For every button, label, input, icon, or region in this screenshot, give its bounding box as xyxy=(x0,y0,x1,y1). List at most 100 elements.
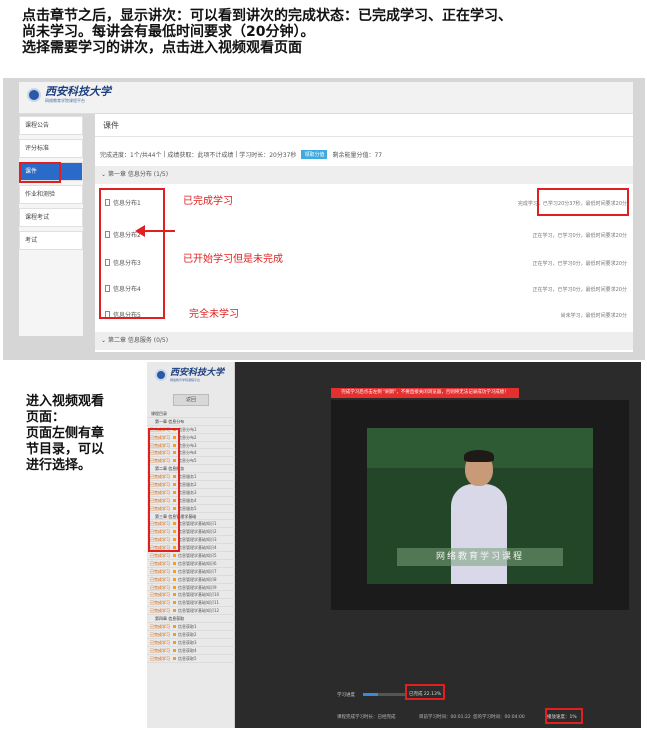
top-instructions: 点击章节之后，显示讲次：可以看到讲次的完成状态：已完成学习、正在学习、 尚未学习… xyxy=(22,8,637,56)
lesson-title: 信息获取4 xyxy=(178,647,197,653)
play-icon xyxy=(173,656,176,660)
lesson-title: 信息分布4 xyxy=(178,450,197,456)
directory-lesson[interactable]: 已完成学习 信息管理学基础知识7 xyxy=(147,568,235,576)
annotation-started: 已开始学习但是未完成 xyxy=(183,254,283,265)
logo-subtext: 网络教育学院课程平台 xyxy=(45,98,85,103)
video-player-screenshot: 西安科技大学 网络教育学院课程平台 返回 课程目录 第一章 信息分布 已完成学习 信息… xyxy=(147,362,641,728)
lesson-title: 信息分布3 xyxy=(178,442,197,448)
play-icon xyxy=(173,585,176,589)
directory-label: 第一章 信息分布 xyxy=(155,418,185,424)
chapter-title: 第二章 信息服务 (0/5) xyxy=(107,337,169,344)
arrow-icon xyxy=(135,225,175,237)
play-icon xyxy=(173,640,176,644)
lesson-status: 已完成学习 xyxy=(150,560,170,566)
chapter-header-2[interactable]: ⌄ 第二章 信息服务 (0/5) xyxy=(95,332,633,350)
course-page-screenshot: 西安科技大学 网络教育学院课程平台 课程公告 评分标准 课件 作业和测验 课程考… xyxy=(3,78,645,360)
lesson-title: 信息管理学基础知识7 xyxy=(178,568,217,574)
logo-text: 西安科技大学 xyxy=(170,368,225,378)
directory-lesson[interactable]: 已完成学习 信息获取2 xyxy=(147,631,235,639)
progress-bar[interactable] xyxy=(363,693,405,696)
claim-score-button[interactable]: 领取分值 xyxy=(301,150,328,159)
lesson-status: 已完成学习 xyxy=(150,584,170,590)
directory-lesson[interactable]: 已完成学习 信息管理学基础知识12 xyxy=(147,607,235,616)
chevron-down-icon: ⌄ xyxy=(101,171,108,178)
lesson-status: 已完成学习 xyxy=(150,592,170,598)
lesson-title: 信息管理学基础知识9 xyxy=(178,584,217,590)
directory-lesson[interactable]: 已完成学习 信息管理学基础知识6 xyxy=(147,560,235,568)
directory-lesson[interactable]: 已完成学习 信息获取3 xyxy=(147,639,235,647)
play-icon xyxy=(173,609,176,613)
sidebar-item-exam[interactable]: 考试 xyxy=(19,231,83,250)
progress-highlight-box xyxy=(405,684,445,700)
directory-lesson[interactable]: 已完成学习 信息管理学基础知识11 xyxy=(147,599,235,608)
lesson-status: 已完成学习 xyxy=(150,624,170,630)
sidebar-item-homework[interactable]: 作业和测验 xyxy=(19,185,83,204)
play-icon xyxy=(173,632,176,636)
progress-info: 完成进度：1个/共44个 | 成绩获取：此项不计成绩 | 学习时长：20分37秒… xyxy=(100,150,383,159)
play-icon xyxy=(173,554,176,558)
sidebar-item-grading[interactable]: 评分标准 xyxy=(19,139,83,158)
instruction-line: 页面： xyxy=(26,410,66,425)
directory-chapter[interactable]: 第一章 信息分布 xyxy=(147,418,235,426)
back-button[interactable]: 返回 xyxy=(173,394,209,406)
directory-lesson[interactable]: 已完成学习 信息获取1 xyxy=(147,623,235,631)
status-highlight-box xyxy=(537,188,629,216)
courseware-panel: 课件 完成进度：1个/共44个 | 成绩获取：此项不计成绩 | 学习时长：20分… xyxy=(95,114,633,352)
instruction-line: 选择需要学习的讲次，点击进入视频观看页面 xyxy=(22,40,302,56)
play-icon xyxy=(173,569,176,573)
lesson-title: 信息服务2 xyxy=(178,482,197,488)
lesson-title: 信息分布1 xyxy=(178,426,197,432)
rate-highlight-box xyxy=(545,708,583,724)
lesson-title: 信息服务3 xyxy=(178,489,197,495)
instruction-line: 进行选择。 xyxy=(26,458,92,473)
directory-lesson[interactable]: 已完成学习 信息管理学基础知识9 xyxy=(147,584,235,592)
play-icon xyxy=(173,577,176,581)
lesson-title: 信息获取2 xyxy=(178,631,197,637)
lesson-title: 信息管理学基础知识12 xyxy=(178,608,220,614)
progress-text: 完成进度：1个/共44个 xyxy=(100,152,162,159)
lesson-status: 已完成学习 xyxy=(150,647,170,653)
university-seal-icon xyxy=(155,369,167,381)
instruction-line: 点击章节之后，显示讲次：可以看到讲次的完成状态：已完成学习、正在学习、 xyxy=(22,8,512,24)
lesson-title: 信息管理学基础知识10 xyxy=(178,592,220,598)
lesson-status-4: 正在学习，已学习0分，最低时间要求20分 xyxy=(532,287,627,293)
chapter-title: 第一章 信息分布 (1/5) xyxy=(107,171,169,178)
directory-lesson[interactable]: 已完成学习 信息管理学基础知识8 xyxy=(147,576,235,584)
lesson-status: 已完成学习 xyxy=(150,553,170,559)
lesson-title: 信息管理学基础知识2 xyxy=(178,529,217,535)
chevron-down-icon: ⌄ xyxy=(101,337,108,344)
sidebar-item-announcement[interactable]: 课程公告 xyxy=(19,116,83,135)
directory-lesson[interactable]: 已完成学习 信息管理学基础知识5 xyxy=(147,552,235,560)
lesson-title: 信息获取1 xyxy=(178,624,197,630)
lesson-title: 信息分布5 xyxy=(178,458,197,464)
lesson-status-5: 尚未学习，最低时间要求20分 xyxy=(560,313,627,319)
directory-lesson[interactable]: 已完成学习 信息获取5 xyxy=(147,655,235,663)
lesson-title: 信息分布2 xyxy=(178,434,197,440)
instruction-line: 进入视频观看 xyxy=(26,394,105,409)
directory-lesson[interactable]: 已完成学习 信息获取4 xyxy=(147,647,235,655)
sidebar-highlight-box xyxy=(19,162,61,183)
instruction-line: 页面左侧有章 xyxy=(26,426,105,441)
instruction-line: 节目录，可以 xyxy=(26,442,105,457)
directory-highlight-box xyxy=(148,428,180,552)
lesson-status: 已完成学习 xyxy=(150,639,170,645)
directory-lesson[interactable]: 已完成学习 信息管理学基础知识10 xyxy=(147,591,235,600)
chapter-directory: 西安科技大学 网络教育学院课程平台 返回 课程目录 第一章 信息分布 已完成学习 信息… xyxy=(147,362,235,728)
video-frame[interactable]: 网络教育学习课程 xyxy=(367,428,593,584)
progress-fill xyxy=(363,693,378,696)
directory-section[interactable]: 课程目录 xyxy=(147,410,235,418)
directory-chapter[interactable]: 第四章 信息获取 xyxy=(147,615,235,624)
lesson-title: 信息获取3 xyxy=(178,639,197,645)
play-icon xyxy=(173,593,176,597)
lesson-title: 信息服务5 xyxy=(178,505,197,511)
section-title: 课件 xyxy=(103,121,119,130)
chapter-header-1[interactable]: ⌄ 第一章 信息分布 (1/5) xyxy=(95,166,633,184)
bottom-instructions: 进入视频观看 页面： 页面左侧有章 节目录，可以 进行选择。 xyxy=(26,394,136,474)
lesson-status: 已完成学习 xyxy=(150,568,170,574)
sidebar-item-course-exam[interactable]: 课程考试 xyxy=(19,208,83,227)
lesson-title: 信息获取5 xyxy=(178,655,197,661)
lesson-title: 信息管理学基础知识4 xyxy=(178,545,217,551)
instruction-line: 尚未学习。每讲会有最低时间要求（20分钟）。 xyxy=(22,24,315,40)
lesson-title: 信息管理学基础知识6 xyxy=(178,560,217,566)
logo-subtext: 网络教育学院课程平台 xyxy=(170,378,201,382)
